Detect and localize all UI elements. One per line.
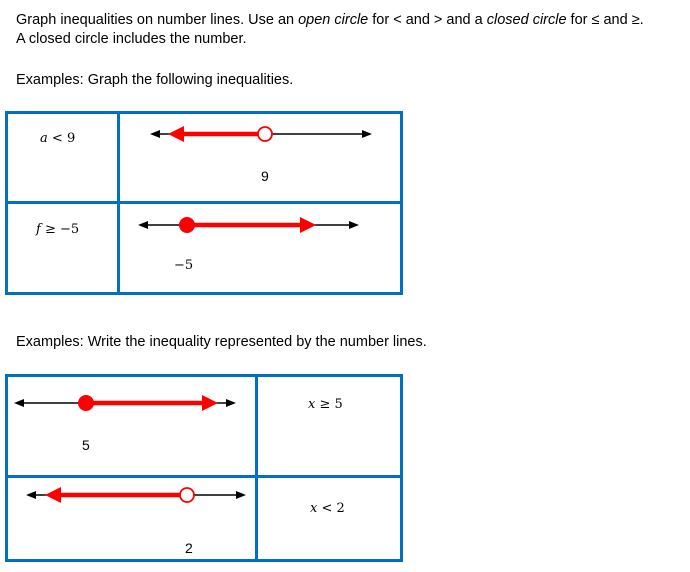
- inequality-operator: <: [321, 501, 333, 516]
- point-label: 2: [185, 540, 193, 556]
- solution-ray: [45, 487, 180, 503]
- number-line-x-lt-2: [26, 487, 246, 503]
- inequality-variable: x: [310, 501, 318, 516]
- ray-arrow-left-icon: [45, 487, 61, 503]
- answer-x-lt-2: x < 2: [310, 501, 345, 516]
- inequality-value: 2: [336, 501, 345, 516]
- axis-arrow-right-icon: [236, 491, 246, 499]
- axis-arrow-left-icon: [26, 491, 36, 499]
- open-circle-icon: [179, 487, 195, 503]
